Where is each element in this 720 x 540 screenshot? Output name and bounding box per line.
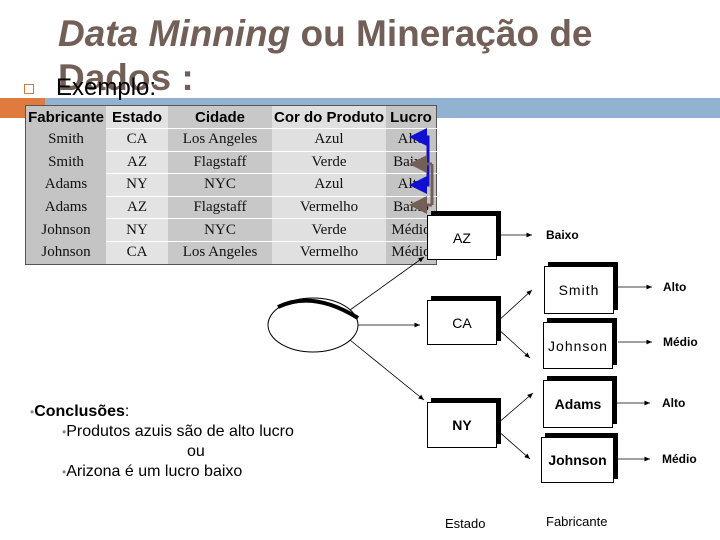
level-label-estado: Estado [445, 516, 486, 531]
leaf-ny-johnson-medio: Médio [662, 452, 697, 466]
edge-root-az [349, 256, 425, 311]
node-ny-johnson: Johnson [541, 437, 614, 483]
conclusion-item-1: •Produtos azuis são de alto lucro [62, 422, 294, 442]
bracket-azul-alto [412, 135, 430, 187]
node-estado-ca: CA [427, 300, 497, 345]
conclusion-item-2-text: Arizona é um lucro baixo [66, 463, 243, 480]
conclusion-or: ou [187, 443, 205, 460]
edge-ny-adams [496, 392, 534, 425]
leaf-ny-adams-alto: Alto [662, 396, 686, 410]
conclusions-colon: : [124, 403, 130, 420]
conclusion-item-1-text: Produtos azuis são de alto lucro [66, 423, 294, 440]
conclusion-item-2: •Arizona é um lucro baixo [62, 462, 242, 482]
edge-root-ny [349, 339, 425, 401]
edge-ca-johnson [496, 327, 531, 359]
conclusions-heading: Conclusões [34, 403, 125, 420]
leaf-ca-johnson-medio: Médio [663, 335, 698, 349]
edge-ca-smith [496, 289, 533, 323]
node-estado-ny: NY [427, 402, 497, 448]
edge-ny-johnson [496, 429, 531, 460]
node-estado-az: AZ [427, 215, 497, 260]
leaf-az-baixo: Baixo [546, 228, 579, 242]
node-ca-johnson: Johnson [543, 322, 613, 369]
node-ca-smith: Smith [544, 266, 614, 314]
level-label-fabricante: Fabricante [546, 514, 608, 529]
leaf-ca-smith-alto: Alto [663, 280, 687, 294]
node-ny-adams: Adams [543, 380, 613, 428]
conclusions-heading-line: •Conclusões: [30, 402, 129, 422]
